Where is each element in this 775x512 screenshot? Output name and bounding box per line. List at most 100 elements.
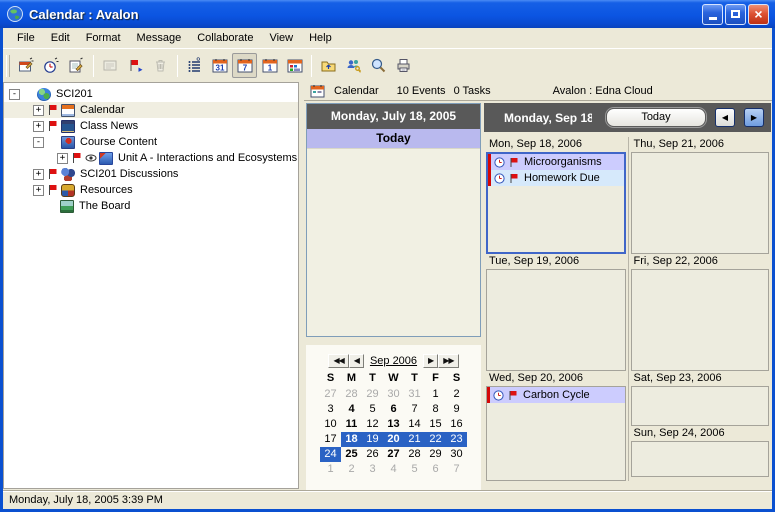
expander-icon[interactable]: + <box>33 105 44 116</box>
tree-item[interactable]: - SCI201 <box>4 86 298 102</box>
mini-calendar-day[interactable]: 28 <box>341 387 362 402</box>
menu-item[interactable]: Message <box>129 30 190 46</box>
day-cell[interactable]: Carbon Cycle <box>486 386 626 481</box>
menu-item[interactable]: Edit <box>43 30 78 46</box>
mini-calendar-day[interactable]: 24 <box>320 447 341 462</box>
mini-calendar-month-link[interactable]: Sep 2006 <box>370 355 417 367</box>
next-month-button[interactable]: ▶ <box>423 354 438 368</box>
maximize-button[interactable] <box>725 4 746 25</box>
mini-calendar-day[interactable]: 8 <box>425 402 446 417</box>
mini-calendar-day[interactable]: 6 <box>425 462 446 477</box>
agenda-view-button[interactable] <box>182 53 207 78</box>
tree-item[interactable]: + Unit A - Interactions and Ecosystems <box>4 150 298 166</box>
next-week-button[interactable]: ▶ <box>744 108 764 127</box>
mini-calendar-day[interactable]: 18 <box>341 432 362 447</box>
day-cell[interactable] <box>631 386 770 426</box>
tree-item[interactable]: + Class News <box>4 118 298 134</box>
day-view-button[interactable]: 1 <box>257 53 282 78</box>
mini-calendar-day[interactable]: 1 <box>425 387 446 402</box>
parent-folder-button[interactable] <box>316 53 341 78</box>
mini-calendar-day[interactable]: 17 <box>320 432 341 447</box>
expander-icon[interactable]: - <box>33 137 44 148</box>
mini-calendar-day[interactable]: 4 <box>341 402 362 417</box>
mini-calendar-day[interactable]: 31 <box>404 387 425 402</box>
day-cell[interactable] <box>486 269 626 371</box>
mini-calendar-day[interactable]: 27 <box>383 447 404 462</box>
mini-calendar-day[interactable]: 15 <box>425 417 446 432</box>
flag-message-button[interactable] <box>123 53 148 78</box>
previous-week-button[interactable]: ◀ <box>715 108 735 127</box>
menu-item[interactable]: Format <box>78 30 129 46</box>
expander-icon[interactable]: + <box>57 153 68 164</box>
next-year-button[interactable]: ▶▶ <box>438 354 458 368</box>
search-button[interactable] <box>366 53 391 78</box>
today-button[interactable]: Today <box>606 108 706 127</box>
mini-calendar-day[interactable]: 3 <box>362 462 383 477</box>
new-alarm-button[interactable] <box>39 53 64 78</box>
mini-calendar-day[interactable]: 1 <box>320 462 341 477</box>
multiweek-view-button[interactable] <box>282 53 307 78</box>
new-event-button[interactable] <box>14 53 39 78</box>
event-item[interactable]: Microorganisms <box>488 154 624 170</box>
new-note-button[interactable] <box>64 53 89 78</box>
menu-item[interactable]: View <box>261 30 301 46</box>
open-item-button[interactable] <box>98 53 123 78</box>
mini-calendar-day[interactable]: 11 <box>341 417 362 432</box>
close-button[interactable]: × <box>748 4 769 25</box>
day-cell[interactable]: Microorganisms Homework Due <box>486 152 626 254</box>
mini-calendar-day[interactable]: 3 <box>320 402 341 417</box>
prev-year-button[interactable]: ◀◀ <box>328 354 348 368</box>
mini-calendar-day[interactable]: 7 <box>404 402 425 417</box>
day-cell[interactable] <box>631 441 770 477</box>
mini-calendar-day[interactable]: 13 <box>383 417 404 432</box>
mini-calendar-day[interactable]: 6 <box>383 402 404 417</box>
mini-calendar-day[interactable]: 22 <box>425 432 446 447</box>
minimize-button[interactable] <box>702 4 723 25</box>
expander-icon[interactable]: - <box>9 89 20 100</box>
menu-item[interactable]: File <box>9 30 43 46</box>
title-bar[interactable]: Calendar : Avalon × <box>0 0 775 28</box>
menu-item[interactable]: Collaborate <box>189 30 261 46</box>
week-view-button[interactable]: 7 <box>232 53 257 78</box>
tree-item[interactable]: + Resources <box>4 182 298 198</box>
mini-calendar-day[interactable]: 7 <box>446 462 467 477</box>
delete-button[interactable] <box>148 53 173 78</box>
mini-calendar-day[interactable]: 29 <box>425 447 446 462</box>
tree-item[interactable]: + SCI201 Discussions <box>4 166 298 182</box>
event-item[interactable]: Homework Due <box>488 170 624 186</box>
expander-icon[interactable]: + <box>33 121 44 132</box>
month-view-button[interactable]: 31 <box>207 53 232 78</box>
mini-calendar-day[interactable]: 26 <box>362 447 383 462</box>
mini-calendar-day[interactable]: 23 <box>446 432 467 447</box>
mini-calendar-day[interactable]: 10 <box>320 417 341 432</box>
mini-calendar-day[interactable]: 2 <box>446 387 467 402</box>
print-button[interactable] <box>391 53 416 78</box>
day-view-body[interactable] <box>307 149 480 336</box>
mini-calendar-day[interactable]: 30 <box>446 447 467 462</box>
access-keys-button[interactable] <box>341 53 366 78</box>
mini-calendar-day[interactable]: 2 <box>341 462 362 477</box>
mini-calendar-day[interactable]: 30 <box>383 387 404 402</box>
mini-calendar-day[interactable]: 21 <box>404 432 425 447</box>
day-cell[interactable] <box>631 152 770 254</box>
mini-calendar-day[interactable]: 29 <box>362 387 383 402</box>
mini-calendar-day[interactable]: 28 <box>404 447 425 462</box>
expander-icon[interactable]: + <box>33 169 44 180</box>
mini-calendar-day[interactable]: 14 <box>404 417 425 432</box>
mini-calendar-day[interactable]: 20 <box>383 432 404 447</box>
mini-calendar-day[interactable]: 4 <box>383 462 404 477</box>
mini-calendar-day[interactable]: 27 <box>320 387 341 402</box>
mini-calendar-day[interactable]: 5 <box>404 462 425 477</box>
mini-calendar-day[interactable]: 16 <box>446 417 467 432</box>
mini-calendar-day[interactable]: 5 <box>362 402 383 417</box>
mini-calendar-day[interactable]: 19 <box>362 432 383 447</box>
toolbar-grip[interactable] <box>6 55 10 77</box>
mini-calendar-day[interactable]: 25 <box>341 447 362 462</box>
mini-calendar-day[interactable]: 9 <box>446 402 467 417</box>
tree-item[interactable]: + Calendar <box>4 102 298 118</box>
expander-icon[interactable]: + <box>33 185 44 196</box>
tree-item[interactable]: - Course Content <box>4 134 298 150</box>
mini-calendar-day[interactable]: 12 <box>362 417 383 432</box>
menu-item[interactable]: Help <box>301 30 340 46</box>
prev-month-button[interactable]: ◀ <box>349 354 364 368</box>
